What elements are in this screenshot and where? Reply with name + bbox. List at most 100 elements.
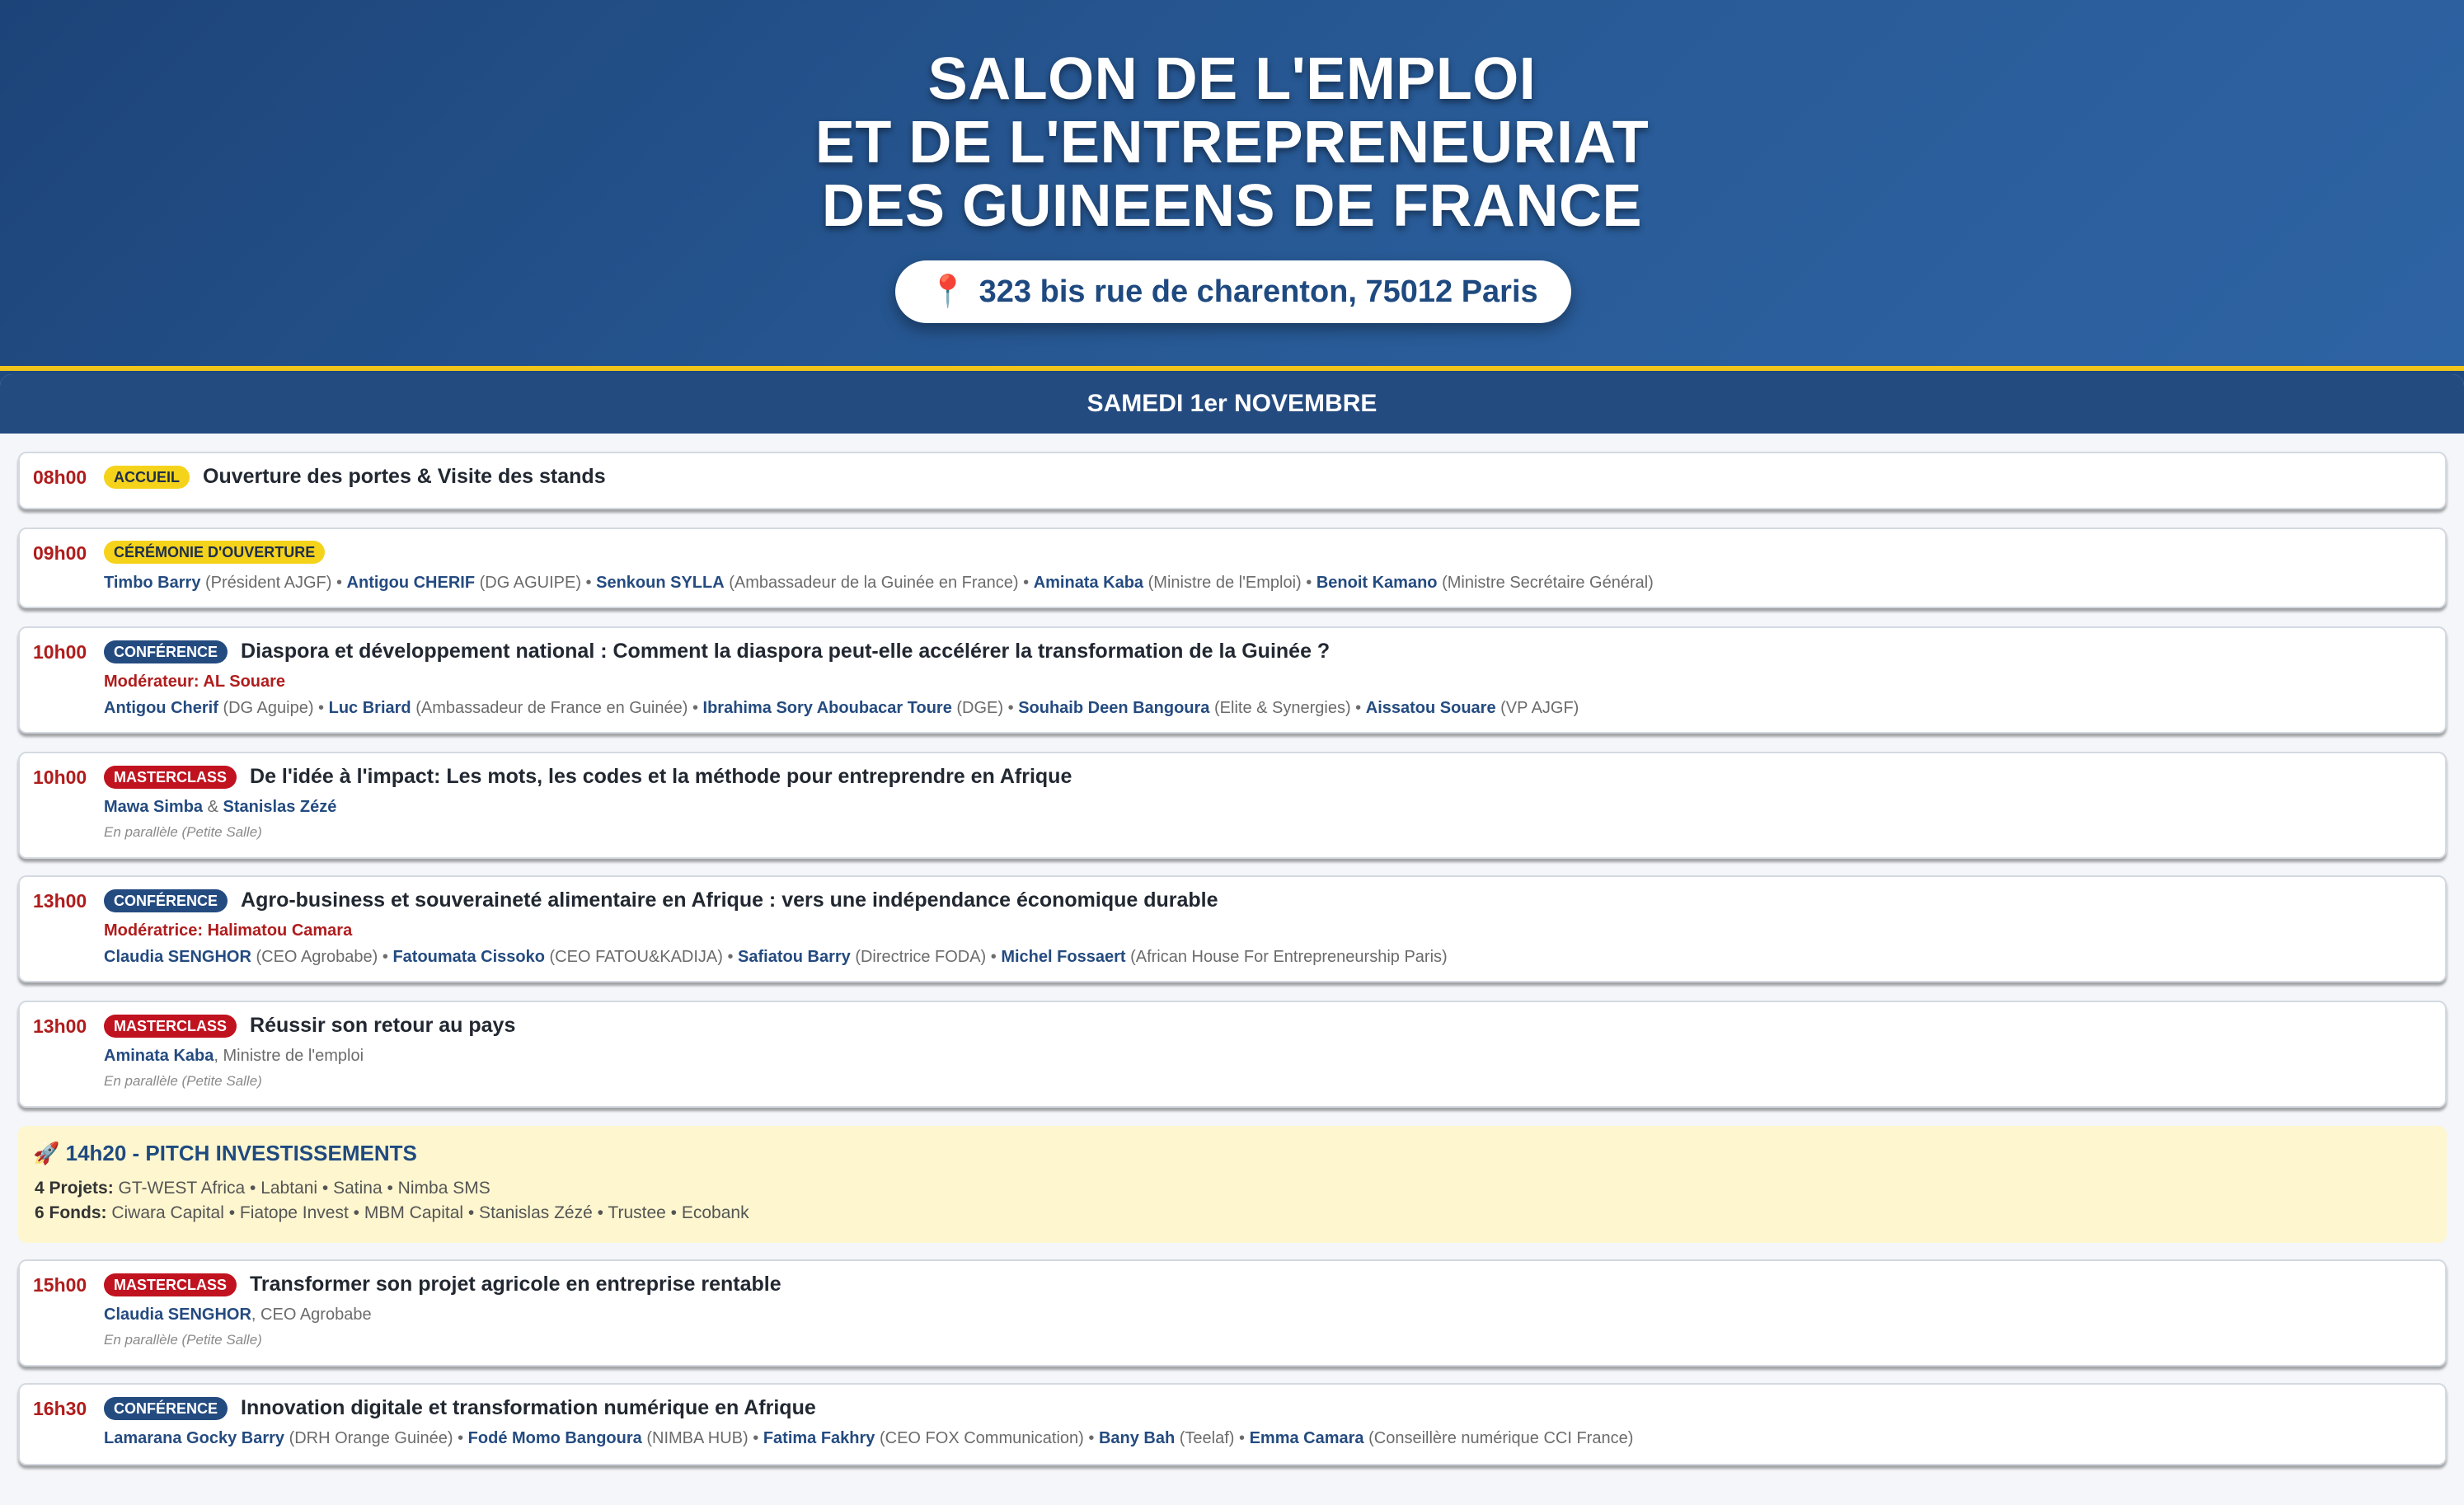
speakers-line: Claudia SENGHOR, CEO Agrobabe	[104, 1306, 372, 1324]
projects-list: GT-WEST Africa • Labtani • Satina • Nimb…	[118, 1179, 490, 1198]
speaker-role: (Teelaf)	[1179, 1429, 1235, 1447]
event-badge: CÉRÉMONIE D'OUVERTURE	[104, 541, 326, 564]
event-title: Transformer son projet agricole en entre…	[250, 1273, 781, 1296]
moderator-line: Modératrice: Halimatou Camara	[104, 921, 353, 940]
speaker-name: Luc Briard	[328, 699, 411, 717]
title-line-2: ET DE L'ENTREPRENEURIAT	[814, 110, 1650, 176]
page-title: SALON DE L'EMPLOI ET DE L'ENTREPRENEURIA…	[0, 48, 2464, 238]
event-time: 10h00	[33, 767, 87, 788]
speaker-role: (DRH Orange Guinée)	[289, 1429, 453, 1447]
speaker-role: (Ministre Secrétaire Général)	[1442, 574, 1654, 592]
speaker-role: (DG AGUIPE)	[479, 574, 581, 592]
speaker-role: , CEO Agrobabe	[251, 1306, 372, 1324]
event-time: 16h30	[33, 1398, 87, 1419]
parallel-note: En parallèle (Petite Salle)	[104, 824, 262, 840]
speaker-role: (African House For Entrepreneurship Pari…	[1130, 948, 1448, 966]
address-text: 323 bis rue de charenton, 75012 Paris	[979, 274, 1538, 309]
event-card: 13h00 MASTERCLASS Réussir son retour au …	[18, 1001, 2447, 1108]
speaker-name: Lamarana Gocky Barry	[104, 1429, 285, 1447]
speaker-role: (Ambassadeur de la Guinée en France)	[729, 574, 1019, 592]
pitch-funds: 6 Fonds: Ciwara Capital • Fiatope Invest…	[35, 1203, 749, 1223]
speaker-name: Claudia SENGHOR	[104, 1306, 251, 1324]
parallel-note: En parallèle (Petite Salle)	[104, 1073, 262, 1089]
speaker-role: (Ministre de l'Emploi)	[1148, 574, 1302, 592]
moderator-line: Modérateur: AL Souare	[104, 673, 286, 691]
speaker-joiner: &	[207, 798, 218, 816]
event-time: 09h00	[33, 542, 87, 564]
speakers-line: Mawa Simba & Stanislas Zézé	[104, 798, 336, 817]
day-header: SAMEDI 1er NOVEMBRE	[0, 374, 2464, 434]
title-line-1: SALON DE L'EMPLOI	[927, 46, 1537, 112]
speakers-line: Claudia SENGHOR (CEO Agrobabe) • Fatouma…	[104, 948, 1448, 966]
speaker-name: Antigou CHERIF	[346, 574, 476, 592]
address-pill: 📍 323 bis rue de charenton, 75012 Paris	[895, 260, 1571, 323]
speaker-role: (Conseillère numérique CCI France)	[1368, 1429, 1634, 1447]
event-title: Innovation digitale et transformation nu…	[241, 1396, 816, 1419]
rocket-icon: 🚀	[33, 1141, 60, 1165]
event-badge: CONFÉRENCE	[104, 640, 228, 663]
event-badge: ACCUEIL	[104, 465, 190, 489]
location-pin-icon: 📍	[928, 274, 968, 309]
speaker-name: Aissatou Souare	[1365, 699, 1496, 717]
speakers-line: Lamarana Gocky Barry (DRH Orange Guinée)…	[104, 1429, 1634, 1447]
speaker-name: Senkoun SYLLA	[596, 574, 725, 592]
speaker-role: (Ambassadeur de France en Guinée)	[415, 699, 688, 717]
speaker-name: Aminata Kaba	[1033, 574, 1144, 592]
speaker-role: (Directrice FODA)	[855, 948, 987, 966]
speaker-name: Benoit Kamano	[1316, 574, 1438, 592]
speaker-role: (Président AJGF)	[205, 574, 332, 592]
speaker-name: Emma Camara	[1249, 1429, 1364, 1447]
speaker-name: Safiatou Barry	[738, 948, 851, 966]
speaker-role: (Elite & Synergies)	[1214, 699, 1351, 717]
event-time: 15h00	[33, 1274, 87, 1296]
event-title: Ouverture des portes & Visite des stands	[203, 465, 606, 488]
speaker-role: , Ministre de l'emploi	[214, 1047, 364, 1065]
pitch-projects: 4 Projets: GT-WEST Africa • Labtani • Sa…	[35, 1179, 490, 1198]
event-badge: MASTERCLASS	[104, 1273, 237, 1296]
projects-label: 4 Projets:	[35, 1179, 114, 1198]
speakers-line: Antigou Cherif (DG Aguipe) • Luc Briard …	[104, 699, 1579, 717]
speaker-role: (DGE)	[956, 699, 1004, 717]
event-card: 13h00 CONFÉRENCE Agro-business et souver…	[18, 875, 2447, 982]
speaker-name: Mawa Simba	[104, 798, 204, 816]
header-banner: SALON DE L'EMPLOI ET DE L'ENTREPRENEURIA…	[0, 0, 2464, 371]
pitch-section: 🚀 14h20 - PITCH INVESTISSEMENTS 4 Projet…	[18, 1126, 2447, 1243]
event-badge: MASTERCLASS	[104, 765, 237, 789]
speaker-name: Stanislas Zézé	[223, 798, 337, 816]
event-card: 15h00 MASTERCLASS Transformer son projet…	[18, 1259, 2447, 1367]
title-line-3: DES GUINEENS DE FRANCE	[821, 173, 1643, 239]
event-card: 16h30 CONFÉRENCE Innovation digitale et …	[18, 1383, 2447, 1465]
speaker-name: Fatima Fakhry	[763, 1429, 875, 1447]
speaker-role: (VP AJGF)	[1500, 699, 1579, 717]
event-title: De l'idée à l'impact: Les mots, les code…	[250, 765, 1072, 788]
schedule-panel: SAMEDI 1er NOVEMBRE 08h00 ACCUEIL Ouvert…	[0, 374, 2464, 1505]
event-card: 08h00 ACCUEIL Ouverture des portes & Vis…	[18, 452, 2447, 509]
speaker-role: (CEO FATOU&KADIJA)	[549, 948, 723, 966]
speakers-line: Aminata Kaba, Ministre de l'emploi	[104, 1047, 364, 1066]
event-time: 13h00	[33, 890, 87, 912]
pitch-title: 14h20 - PITCH INVESTISSEMENTS	[65, 1141, 417, 1165]
pitch-title-row: 🚀 14h20 - PITCH INVESTISSEMENTS	[33, 1141, 417, 1166]
speaker-role: (DG Aguipe)	[223, 699, 314, 717]
event-card: 10h00 MASTERCLASS De l'idée à l'impact: …	[18, 752, 2447, 859]
speaker-name: Ibrahima Sory Aboubacar Toure	[702, 699, 952, 717]
speaker-name: Bany Bah	[1098, 1429, 1176, 1447]
event-badge: CONFÉRENCE	[104, 1396, 228, 1420]
event-title: Réussir son retour au pays	[250, 1014, 516, 1037]
speaker-name: Claudia SENGHOR	[104, 948, 251, 966]
event-card: 10h00 CONFÉRENCE Diaspora et développeme…	[18, 626, 2447, 734]
speaker-name: Souhaib Deen Bangoura	[1018, 699, 1210, 717]
speaker-role: (NIMBA HUB)	[646, 1429, 749, 1447]
speakers-line: Timbo Barry (Président AJGF) • Antigou C…	[104, 574, 1654, 592]
event-card: 09h00 CÉRÉMONIE D'OUVERTURE Timbo Barry …	[18, 527, 2447, 608]
parallel-note: En parallèle (Petite Salle)	[104, 1332, 262, 1348]
event-title: Agro-business et souveraineté alimentair…	[241, 888, 1218, 912]
speaker-role: (CEO FOX Communication)	[879, 1429, 1084, 1447]
speaker-role: (CEO Agrobabe)	[256, 948, 378, 966]
speaker-name: Fatoumata Cissoko	[392, 948, 545, 966]
event-badge: MASTERCLASS	[104, 1014, 237, 1038]
funds-list: Ciwara Capital • Fiatope Invest • MBM Ca…	[111, 1203, 749, 1222]
speaker-name: Michel Fossaert	[1001, 948, 1126, 966]
funds-label: 6 Fonds:	[35, 1203, 107, 1222]
speaker-name: Timbo Barry	[104, 574, 201, 592]
